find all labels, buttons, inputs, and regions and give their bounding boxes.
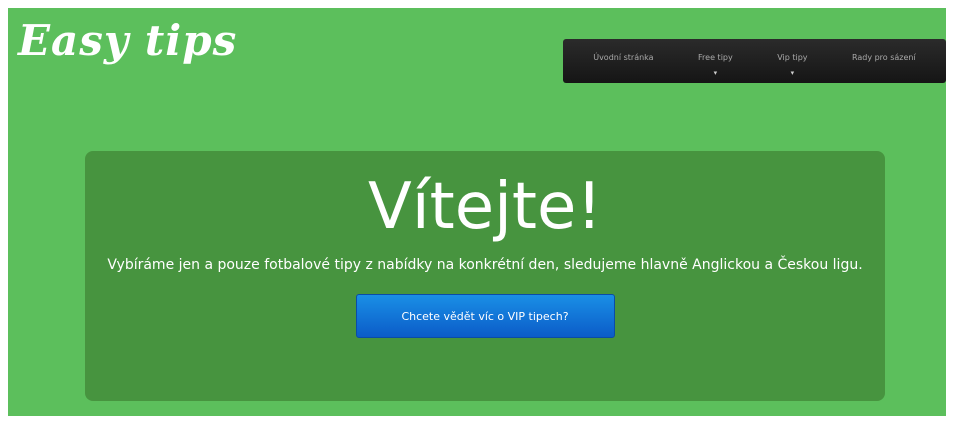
hero-description: Vybíráme jen a pouze fotbalové tipy z na… bbox=[107, 257, 863, 273]
nav-item-label: Úvodní stránka bbox=[593, 53, 654, 62]
nav-item-home[interactable]: Úvodní stránka bbox=[593, 53, 653, 62]
hero-panel: Vítejte! Vybíráme jen a pouze fotbalové … bbox=[85, 151, 885, 401]
nav-item-betting-advice[interactable]: Rady pro sázení bbox=[852, 53, 916, 62]
nav-item-label: Free tipy bbox=[698, 53, 733, 62]
chevron-down-icon: ▾ bbox=[790, 69, 795, 77]
chevron-down-icon: ▾ bbox=[713, 69, 718, 77]
nav-item-label: Vip tipy bbox=[777, 53, 808, 62]
nav-item-vip-tips[interactable]: Vip tipy ▾ bbox=[777, 53, 808, 77]
nav-item-free-tips[interactable]: Free tipy ▾ bbox=[698, 53, 733, 77]
site-logo[interactable]: Easy tips bbox=[18, 16, 237, 66]
hero-title: Vítejte! bbox=[368, 170, 602, 244]
nav-item-label: Rady pro sázení bbox=[851, 53, 916, 62]
main-nav: Úvodní stránka Free tipy ▾ Vip tipy ▾ Ra… bbox=[563, 39, 946, 83]
vip-info-button[interactable]: Chcete vědět víc o VIP tipech? bbox=[355, 294, 615, 338]
page: Easy tips Úvodní stránka Free tipy ▾ Vip… bbox=[8, 8, 946, 416]
